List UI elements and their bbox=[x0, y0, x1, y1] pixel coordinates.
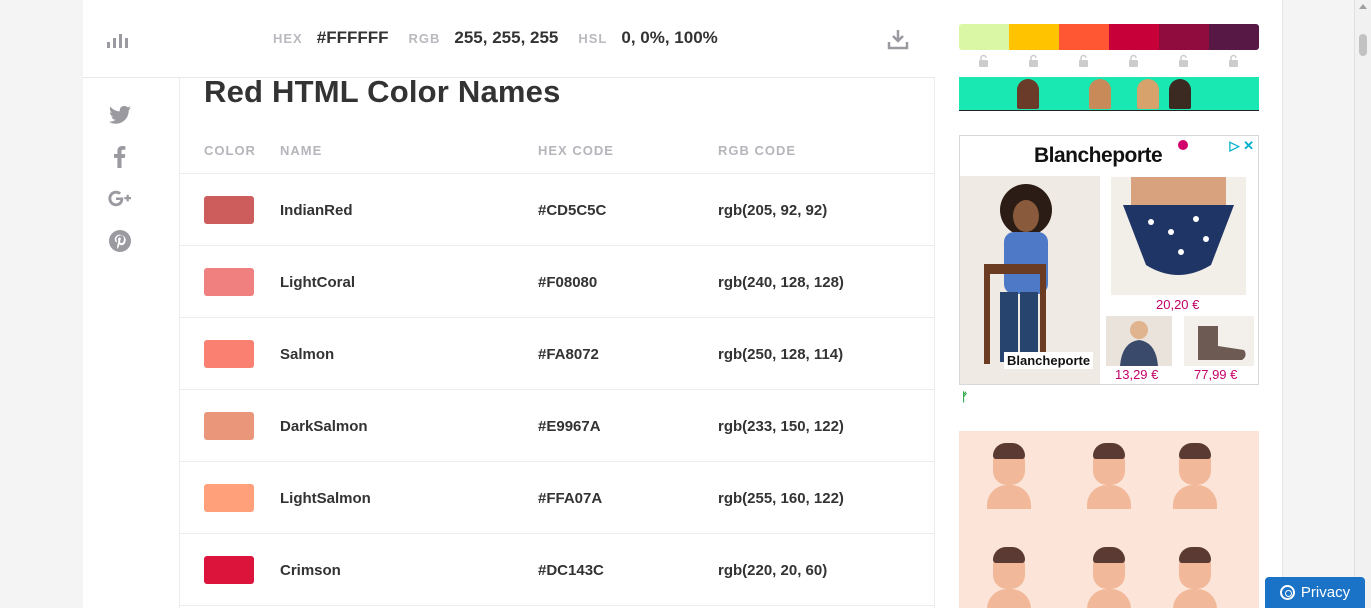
bars-chart-icon[interactable] bbox=[107, 32, 131, 48]
twitter-icon[interactable] bbox=[107, 102, 133, 128]
unlock-icon[interactable] bbox=[1159, 54, 1209, 72]
ad-price: 13,29 € bbox=[1115, 367, 1159, 382]
ad-figure bbox=[1169, 79, 1191, 109]
ad-price: 77,99 € bbox=[1194, 367, 1238, 382]
scroll-up-icon[interactable] bbox=[1359, 4, 1367, 9]
ad-face-exercises[interactable] bbox=[959, 431, 1259, 608]
hex-value[interactable]: #FFFFFF bbox=[317, 28, 389, 48]
unlock-icon[interactable] bbox=[1009, 54, 1059, 72]
color-name[interactable]: Salmon bbox=[280, 346, 334, 363]
color-table-body: IndianRed #CD5C5C rgb(205, 92, 92) Light… bbox=[180, 174, 935, 606]
rgb-code[interactable]: rgb(255, 160, 122) bbox=[718, 490, 844, 507]
ad-brand-logo: Blancheporte bbox=[1034, 144, 1163, 167]
rgb-value[interactable]: 255, 255, 255 bbox=[454, 28, 558, 48]
ad-image-boots bbox=[1184, 316, 1254, 366]
table-row[interactable]: DarkSalmon #E9967A rgb(233, 150, 122) bbox=[180, 390, 935, 462]
brand-heart-icon bbox=[1178, 140, 1188, 150]
color-swatch[interactable] bbox=[204, 340, 254, 368]
hex-code[interactable]: #E9967A bbox=[538, 418, 601, 435]
scroll-thumb[interactable] bbox=[1359, 34, 1367, 56]
color-swatch[interactable] bbox=[204, 556, 254, 584]
ad-figure bbox=[1137, 79, 1159, 109]
ad-face bbox=[1171, 547, 1219, 608]
ad-face bbox=[1085, 547, 1133, 608]
privacy-button[interactable]: Privacy bbox=[1265, 577, 1365, 608]
table-row[interactable]: Crimson #DC143C rgb(220, 20, 60) bbox=[180, 534, 935, 606]
color-values: HEX #FFFFFF RGB 255, 255, 255 HSL 0, 0%,… bbox=[273, 28, 738, 50]
unlock-icon[interactable] bbox=[1059, 54, 1109, 72]
table-row[interactable]: LightSalmon #FFA07A rgb(255, 160, 122) bbox=[180, 462, 935, 534]
color-name[interactable]: DarkSalmon bbox=[280, 418, 368, 435]
hex-code[interactable]: #FFA07A bbox=[538, 490, 602, 507]
facebook-icon[interactable] bbox=[107, 144, 133, 170]
color-name[interactable]: IndianRed bbox=[280, 202, 353, 219]
hex-code[interactable]: #CD5C5C bbox=[538, 202, 606, 219]
download-icon[interactable] bbox=[887, 28, 909, 50]
ad-figure bbox=[1089, 79, 1111, 109]
ad-image-briefs bbox=[1111, 177, 1246, 295]
palette-swatch[interactable] bbox=[1109, 24, 1159, 50]
hsl-value[interactable]: 0, 0%, 100% bbox=[621, 28, 717, 48]
header-hex-code: HEX CODE bbox=[538, 143, 614, 158]
privacy-label: Privacy bbox=[1300, 584, 1351, 601]
pinterest-icon[interactable] bbox=[107, 228, 133, 254]
gear-icon bbox=[1279, 585, 1295, 600]
rgb-code[interactable]: rgb(240, 128, 128) bbox=[718, 274, 844, 291]
color-info-bar: HEX #FFFFFF RGB 255, 255, 255 HSL 0, 0%,… bbox=[83, 0, 935, 78]
ad-face bbox=[1171, 443, 1219, 509]
header-color: COLOR bbox=[204, 143, 256, 158]
table-row[interactable]: Salmon #FA8072 rgb(250, 128, 114) bbox=[180, 318, 935, 390]
ad-feedback-icon[interactable]: ᚠ bbox=[961, 390, 968, 404]
page-title: Red HTML Color Names bbox=[204, 74, 561, 109]
rgb-label: RGB bbox=[408, 31, 441, 46]
ad-price: 20,20 € bbox=[1156, 297, 1200, 312]
color-palette bbox=[959, 24, 1259, 50]
rgb-code[interactable]: rgb(220, 20, 60) bbox=[718, 562, 827, 579]
ad-image-sweater bbox=[1106, 316, 1172, 366]
social-share-bar bbox=[83, 78, 180, 608]
unlock-icon[interactable] bbox=[959, 54, 1009, 72]
hex-label: HEX bbox=[273, 31, 303, 46]
hex-code[interactable]: #DC143C bbox=[538, 562, 604, 579]
ad-blancheporte[interactable]: Blancheporte ▷ ✕ Blancheporte 20,20 € 13… bbox=[959, 135, 1259, 385]
hex-code[interactable]: #F08080 bbox=[538, 274, 597, 291]
palette-swatch[interactable] bbox=[1009, 24, 1059, 50]
palette-swatch[interactable] bbox=[1059, 24, 1109, 50]
color-swatch[interactable] bbox=[204, 484, 254, 512]
ad-face bbox=[985, 547, 1033, 608]
color-name[interactable]: LightCoral bbox=[280, 274, 355, 291]
color-swatch[interactable] bbox=[204, 196, 254, 224]
ad-face bbox=[985, 443, 1033, 509]
color-swatch[interactable] bbox=[204, 412, 254, 440]
hsl-label: HSL bbox=[578, 31, 608, 46]
header-name: NAME bbox=[280, 143, 323, 158]
ad-brand-label: Blancheporte bbox=[1004, 352, 1094, 369]
rgb-code[interactable]: rgb(233, 150, 122) bbox=[718, 418, 844, 435]
unlock-icon[interactable] bbox=[1209, 54, 1259, 72]
rgb-code[interactable]: rgb(205, 92, 92) bbox=[718, 202, 827, 219]
ad-figure bbox=[1017, 79, 1039, 109]
table-row[interactable]: LightCoral #F08080 rgb(240, 128, 128) bbox=[180, 246, 935, 318]
palette-swatch[interactable] bbox=[1209, 24, 1259, 50]
ad-face bbox=[1085, 443, 1133, 509]
color-name[interactable]: LightSalmon bbox=[280, 490, 371, 507]
ad-choices-icon[interactable]: ▷ ✕ bbox=[1229, 138, 1254, 154]
hex-code[interactable]: #FA8072 bbox=[538, 346, 599, 363]
palette-swatch[interactable] bbox=[959, 24, 1009, 50]
ad-banner-illustration[interactable] bbox=[959, 77, 1259, 111]
left-gutter bbox=[0, 0, 83, 608]
rgb-code[interactable]: rgb(250, 128, 114) bbox=[718, 346, 843, 363]
table-header: COLOR NAME HEX CODE RGB CODE bbox=[180, 142, 935, 174]
page-scrollbar[interactable] bbox=[1354, 0, 1371, 608]
unlock-icon[interactable] bbox=[1109, 54, 1159, 72]
palette-swatch[interactable] bbox=[1159, 24, 1209, 50]
table-row[interactable]: IndianRed #CD5C5C rgb(205, 92, 92) bbox=[180, 174, 935, 246]
header-rgb-code: RGB CODE bbox=[718, 143, 797, 158]
palette-locks bbox=[959, 54, 1259, 72]
color-name[interactable]: Crimson bbox=[280, 562, 341, 579]
content-area: Red HTML Color Names COLOR NAME HEX CODE… bbox=[180, 74, 935, 608]
color-swatch[interactable] bbox=[204, 268, 254, 296]
google-plus-icon[interactable] bbox=[107, 186, 133, 212]
